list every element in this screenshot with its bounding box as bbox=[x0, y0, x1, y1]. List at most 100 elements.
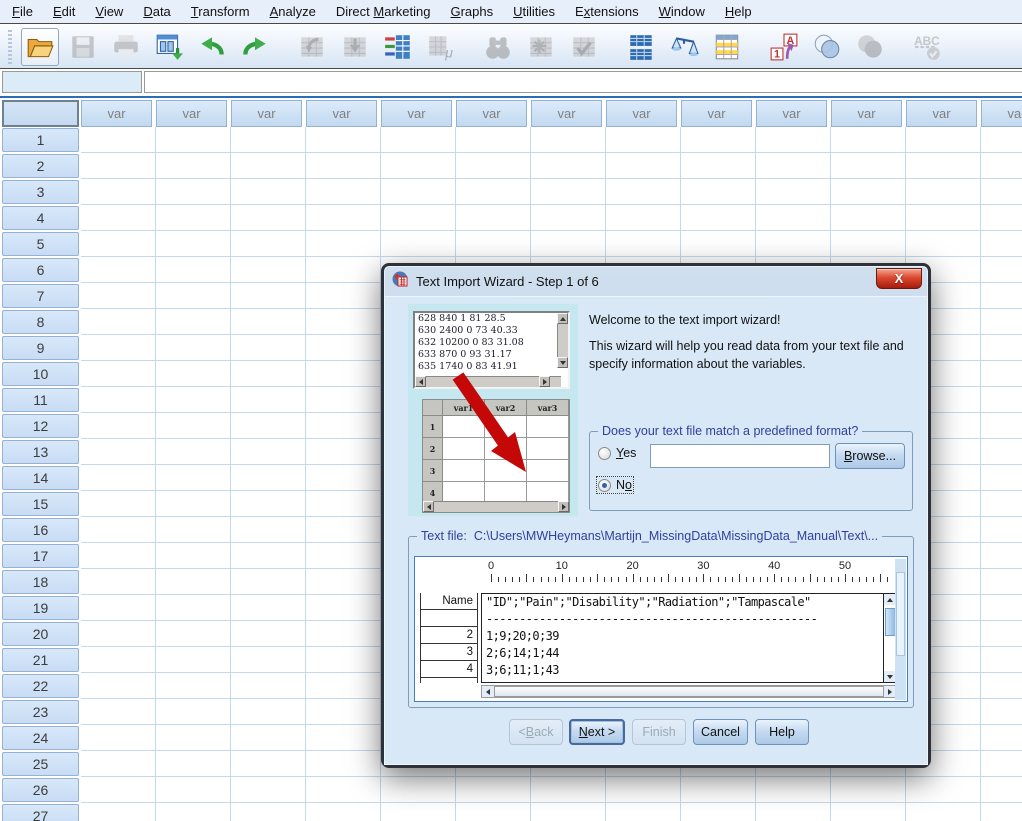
menu-extensions[interactable]: Extensions bbox=[565, 1, 649, 22]
grid-cell[interactable] bbox=[81, 361, 156, 387]
close-button[interactable]: X bbox=[876, 268, 922, 289]
grid-cell[interactable] bbox=[156, 699, 231, 725]
grid-cell[interactable] bbox=[231, 179, 306, 205]
grid-cell[interactable] bbox=[981, 621, 1022, 647]
dialog-title-bar[interactable]: Text Import Wizard - Step 1 of 6 bbox=[384, 266, 928, 296]
grid-cell[interactable] bbox=[231, 699, 306, 725]
grid-cell[interactable] bbox=[981, 127, 1022, 153]
grid-cell[interactable] bbox=[681, 231, 756, 257]
column-header[interactable]: var bbox=[831, 100, 902, 127]
grid-cell[interactable] bbox=[306, 387, 381, 413]
grid-cell[interactable] bbox=[981, 673, 1022, 699]
grid-cell[interactable] bbox=[231, 413, 306, 439]
grid-cell[interactable] bbox=[81, 205, 156, 231]
grid-cell[interactable] bbox=[981, 777, 1022, 803]
grid-cell[interactable] bbox=[156, 543, 231, 569]
toolbar-grip[interactable] bbox=[8, 30, 12, 64]
row-header[interactable]: 24 bbox=[2, 726, 79, 750]
grid-cell[interactable] bbox=[306, 361, 381, 387]
grid-cell[interactable] bbox=[981, 543, 1022, 569]
grid-cell[interactable] bbox=[306, 257, 381, 283]
grid-cell[interactable] bbox=[981, 231, 1022, 257]
grid-cell[interactable] bbox=[306, 569, 381, 595]
no-radio-label[interactable]: No bbox=[616, 478, 632, 492]
grid-cell[interactable] bbox=[906, 777, 981, 803]
row-header[interactable]: 23 bbox=[2, 700, 79, 724]
row-header[interactable]: 7 bbox=[2, 284, 79, 308]
grid-cell[interactable] bbox=[81, 387, 156, 413]
column-header[interactable]: var bbox=[156, 100, 227, 127]
grid-cell[interactable] bbox=[231, 231, 306, 257]
grid-cell[interactable] bbox=[81, 127, 156, 153]
grid-cell[interactable] bbox=[231, 309, 306, 335]
grid-cell[interactable] bbox=[906, 803, 981, 821]
grid-cell[interactable] bbox=[981, 309, 1022, 335]
grid-cell[interactable] bbox=[231, 465, 306, 491]
menu-analyze[interactable]: Analyze bbox=[260, 1, 326, 22]
menu-utilities[interactable]: Utilities bbox=[503, 1, 565, 22]
grid-cell[interactable] bbox=[306, 309, 381, 335]
grid-cell[interactable] bbox=[231, 725, 306, 751]
row-header[interactable]: 16 bbox=[2, 518, 79, 542]
grid-cell[interactable] bbox=[606, 231, 681, 257]
grid-cell[interactable] bbox=[831, 205, 906, 231]
grid-cell[interactable] bbox=[156, 725, 231, 751]
row-header[interactable]: 26 bbox=[2, 778, 79, 802]
grid-cell[interactable] bbox=[306, 179, 381, 205]
grid-cell[interactable] bbox=[81, 543, 156, 569]
grid-cell[interactable] bbox=[681, 803, 756, 821]
grid-cell[interactable] bbox=[381, 205, 456, 231]
grid-cell[interactable] bbox=[456, 127, 531, 153]
browse-button[interactable]: Browse... bbox=[835, 443, 905, 469]
weight-cases-button[interactable] bbox=[665, 28, 703, 66]
grid-cell[interactable] bbox=[156, 153, 231, 179]
menu-edit[interactable]: Edit bbox=[43, 1, 85, 22]
grid-cell[interactable] bbox=[231, 543, 306, 569]
grid-cell[interactable] bbox=[231, 335, 306, 361]
grid-cell[interactable] bbox=[81, 725, 156, 751]
menu-graphs[interactable]: Graphs bbox=[440, 1, 503, 22]
help-button[interactable]: Help bbox=[755, 719, 809, 745]
row-header[interactable]: 15 bbox=[2, 492, 79, 516]
grid-cell[interactable] bbox=[231, 491, 306, 517]
grid-cell[interactable] bbox=[81, 803, 156, 821]
grid-cell[interactable] bbox=[606, 127, 681, 153]
value-labels-button[interactable]: A1 bbox=[765, 28, 803, 66]
grid-cell[interactable] bbox=[381, 179, 456, 205]
grid-cell[interactable] bbox=[156, 127, 231, 153]
grid-cell[interactable] bbox=[81, 777, 156, 803]
row-header[interactable]: 2 bbox=[2, 154, 79, 178]
grid-cell[interactable] bbox=[531, 153, 606, 179]
row-header[interactable]: 8 bbox=[2, 310, 79, 334]
grid-cell[interactable] bbox=[981, 647, 1022, 673]
row-header[interactable]: 21 bbox=[2, 648, 79, 672]
column-header[interactable]: var bbox=[231, 100, 302, 127]
grid-cell[interactable] bbox=[156, 335, 231, 361]
grid-cell[interactable] bbox=[606, 777, 681, 803]
grid-cell[interactable] bbox=[156, 647, 231, 673]
grid-cell[interactable] bbox=[306, 621, 381, 647]
grid-cell[interactable] bbox=[906, 231, 981, 257]
grid-cell[interactable] bbox=[981, 751, 1022, 777]
column-header[interactable]: var bbox=[531, 100, 602, 127]
grid-cell[interactable] bbox=[831, 153, 906, 179]
grid-cell[interactable] bbox=[81, 517, 156, 543]
grid-cell[interactable] bbox=[381, 153, 456, 179]
grid-cell[interactable] bbox=[981, 257, 1022, 283]
grid-cell[interactable] bbox=[156, 673, 231, 699]
grid-cell[interactable] bbox=[81, 491, 156, 517]
grid-cell[interactable] bbox=[756, 205, 831, 231]
grid-cell[interactable] bbox=[981, 361, 1022, 387]
grid-cell[interactable] bbox=[381, 803, 456, 821]
grid-cell[interactable] bbox=[981, 465, 1022, 491]
grid-cell[interactable] bbox=[81, 569, 156, 595]
grid-cell[interactable] bbox=[831, 179, 906, 205]
preview-outer-vscrollbar[interactable] bbox=[895, 559, 906, 700]
grid-cell[interactable] bbox=[306, 465, 381, 491]
grid-cell[interactable] bbox=[981, 387, 1022, 413]
grid-cell[interactable] bbox=[456, 205, 531, 231]
grid-cell[interactable] bbox=[756, 153, 831, 179]
row-header[interactable]: 22 bbox=[2, 674, 79, 698]
grid-cell[interactable] bbox=[231, 777, 306, 803]
column-header[interactable]: var bbox=[306, 100, 377, 127]
